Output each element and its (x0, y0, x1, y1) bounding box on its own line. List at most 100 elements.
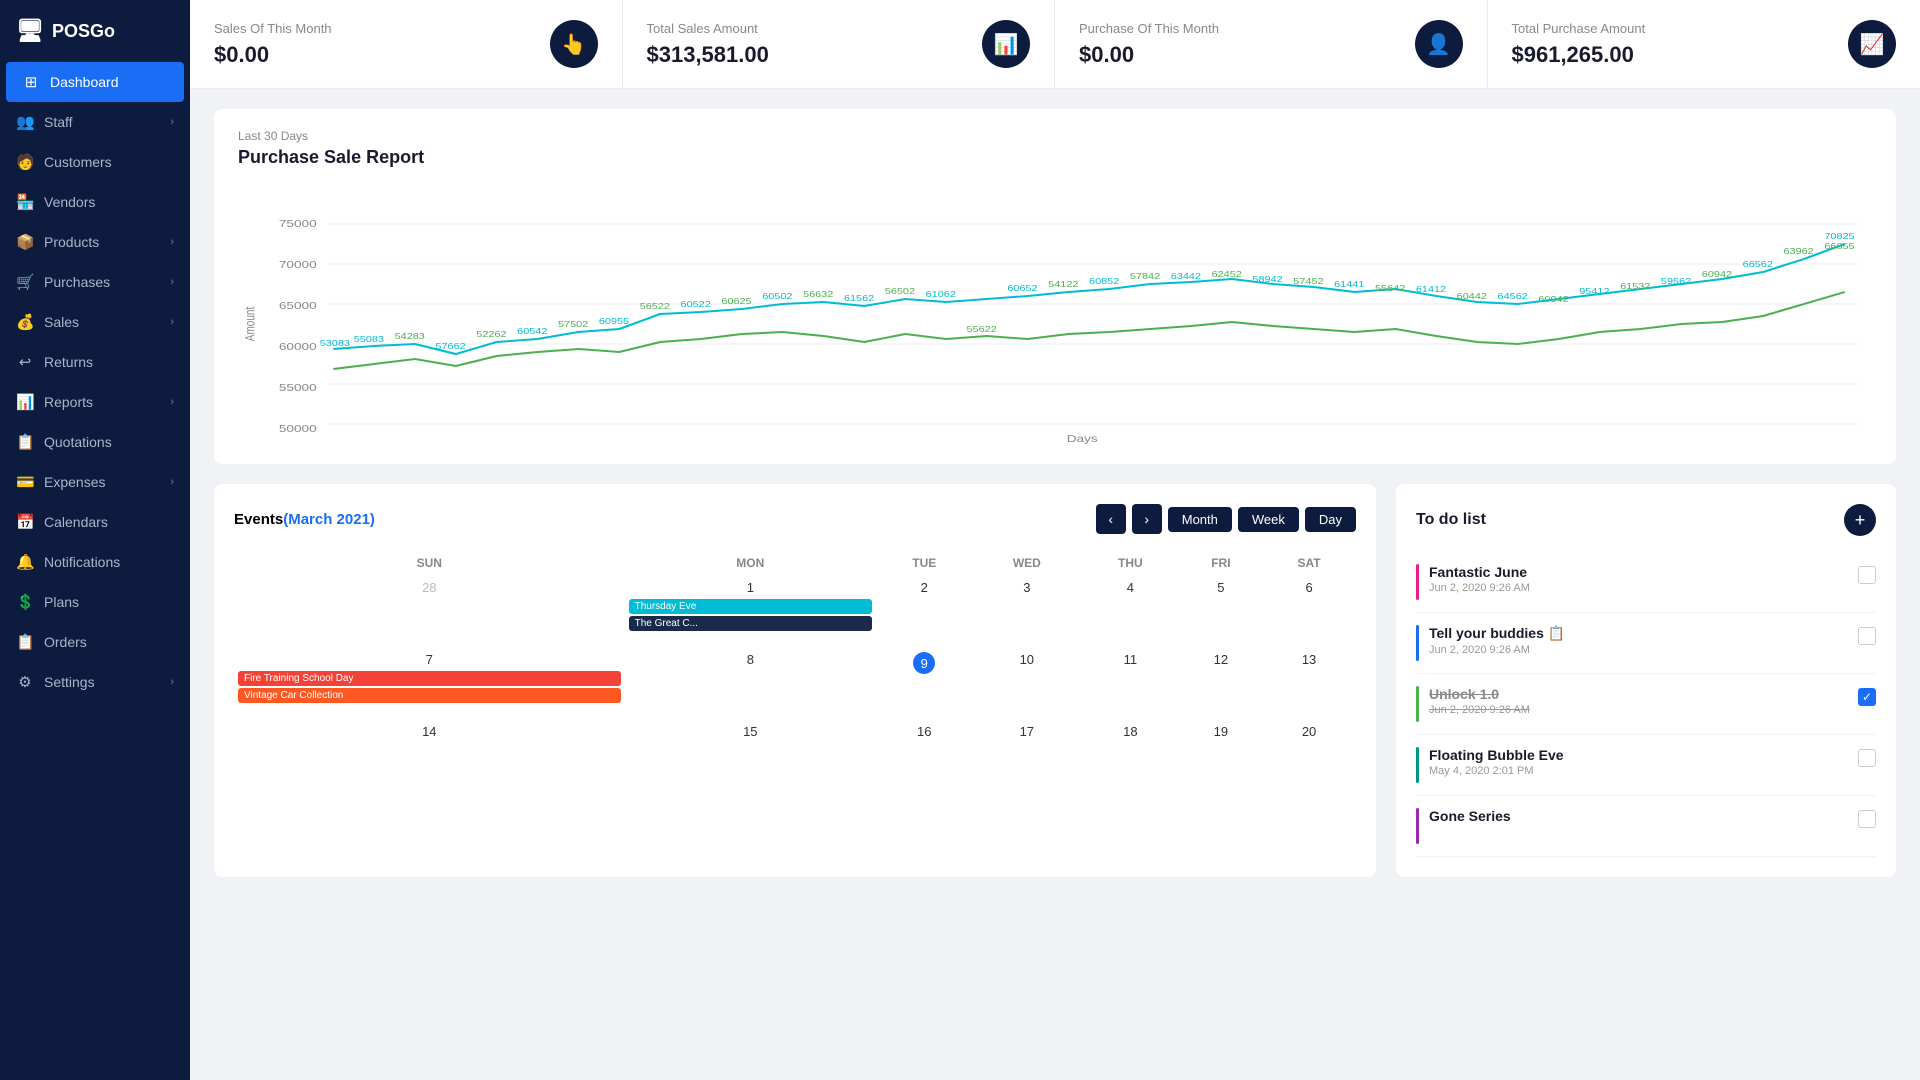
calendars-icon: 📅 (16, 513, 34, 531)
sidebar-item-orders[interactable]: 📋 Orders (0, 622, 190, 662)
calendar-week-btn[interactable]: Week (1238, 507, 1299, 532)
cal-cell-1[interactable]: 1 Thursday Eve The Great C... (625, 576, 876, 648)
cal-cell-6[interactable]: 6 (1262, 576, 1356, 648)
todo-check-0[interactable] (1858, 566, 1876, 584)
chart-area: 50000 55000 60000 65000 70000 75000 (238, 184, 1872, 444)
sidebar-item-reports[interactable]: 📊 Reports › (0, 382, 190, 422)
cal-cell-3[interactable]: 3 (973, 576, 1082, 648)
cal-cell-14[interactable]: 14 (234, 720, 625, 792)
top-card-3: Total Purchase Amount $961,265.00 📈 (1488, 0, 1920, 88)
cal-cell-4[interactable]: 4 (1081, 576, 1180, 648)
sidebar-item-plans[interactable]: 💲 Plans (0, 582, 190, 622)
todo-date-0: Jun 2, 2020 9:26 AM (1429, 582, 1848, 594)
sidebar-item-staff[interactable]: 👥 Staff › (0, 102, 190, 142)
todo-date-3: May 4, 2020 2:01 PM (1429, 765, 1848, 777)
todo-date-2: Jun 2, 2020 9:26 AM (1429, 704, 1848, 716)
orders-label: Orders (44, 634, 174, 650)
weekday-sun: SUN (234, 550, 625, 576)
sidebar-item-customers[interactable]: 🧑 Customers (0, 142, 190, 182)
app-logo[interactable]: 🖥 POSGo (0, 0, 190, 62)
cal-cell-15[interactable]: 15 (625, 720, 876, 792)
expenses-arrow: › (170, 476, 174, 488)
svg-text:59562: 59562 (1661, 277, 1691, 286)
todo-title-3: Floating Bubble Eve (1429, 747, 1848, 763)
cal-cell-2[interactable]: 2 (876, 576, 973, 648)
cal-cell-28[interactable]: 28 (234, 576, 625, 648)
todo-check-1[interactable] (1858, 627, 1876, 645)
sidebar-item-products[interactable]: 📦 Products › (0, 222, 190, 262)
sidebar-item-vendors[interactable]: 🏪 Vendors (0, 182, 190, 222)
sidebar-item-notifications[interactable]: 🔔 Notifications (0, 542, 190, 582)
vendors-label: Vendors (44, 194, 174, 210)
calendar-prev-btn[interactable]: ‹ (1096, 504, 1126, 534)
calendar-row-1: 28 1 Thursday Eve The Great C... 2 3 4 5… (234, 576, 1356, 648)
svg-text:55083: 55083 (354, 335, 384, 344)
todo-check-2[interactable]: ✓ (1858, 688, 1876, 706)
top-card-label-1: Total Sales Amount (647, 21, 769, 36)
calendar-month-btn[interactable]: Month (1168, 507, 1232, 532)
cal-cell-17[interactable]: 17 (973, 720, 1082, 792)
sidebar-item-quotations[interactable]: 📋 Quotations (0, 422, 190, 462)
chart-title: Purchase Sale Report (238, 147, 1872, 168)
top-card-info-2: Purchase Of This Month $0.00 (1079, 21, 1219, 68)
calendar-section: Events(March 2021) ‹ › Month Week Day SU… (214, 484, 1376, 877)
plans-icon: 💲 (16, 593, 34, 611)
event-vintage-car[interactable]: Vintage Car Collection (238, 688, 621, 703)
event-fire-training[interactable]: Fire Training School Day (238, 671, 621, 686)
add-todo-btn[interactable]: + (1844, 504, 1876, 536)
customers-label: Customers (44, 154, 174, 170)
content-area: Last 30 Days Purchase Sale Report 50000 … (190, 89, 1920, 1080)
staff-arrow: › (170, 116, 174, 128)
cal-cell-5[interactable]: 5 (1180, 576, 1262, 648)
todo-title-1: Tell your buddies 📋 (1429, 625, 1848, 642)
cal-cell-19[interactable]: 19 (1180, 720, 1262, 792)
todo-item-2: Unlock 1.0 Jun 2, 2020 9:26 AM ✓ (1416, 674, 1876, 735)
calendar-day-btn[interactable]: Day (1305, 507, 1356, 532)
svg-text:60502: 60502 (762, 292, 792, 301)
event-great-c[interactable]: The Great C... (629, 616, 872, 631)
cal-cell-13[interactable]: 13 (1262, 648, 1356, 720)
svg-text:70825: 70825 (1824, 232, 1854, 241)
sidebar-item-expenses[interactable]: 💳 Expenses › (0, 462, 190, 502)
calendar-header: Events(March 2021) ‹ › Month Week Day (234, 504, 1356, 534)
sidebar-item-calendars[interactable]: 📅 Calendars (0, 502, 190, 542)
cal-cell-11[interactable]: 11 (1081, 648, 1180, 720)
top-card-value-1: $313,581.00 (647, 42, 769, 68)
todo-bar-0 (1416, 564, 1419, 600)
todo-check-4[interactable] (1858, 810, 1876, 828)
svg-text:55000: 55000 (279, 382, 317, 394)
sidebar-item-purchases[interactable]: 🛒 Purchases › (0, 262, 190, 302)
cal-cell-18[interactable]: 18 (1081, 720, 1180, 792)
top-card-info-0: Sales Of This Month $0.00 (214, 21, 332, 68)
cal-cell-8[interactable]: 8 (625, 648, 876, 720)
top-card-icon-2: 👤 (1415, 20, 1463, 68)
cal-cell-20[interactable]: 20 (1262, 720, 1356, 792)
top-card-label-0: Sales Of This Month (214, 21, 332, 36)
cal-cell-12[interactable]: 12 (1180, 648, 1262, 720)
svg-text:56502: 56502 (885, 287, 915, 296)
sidebar-item-returns[interactable]: ↩ Returns (0, 342, 190, 382)
cal-cell-9-today[interactable]: 9 (876, 648, 973, 720)
top-card-info-1: Total Sales Amount $313,581.00 (647, 21, 769, 68)
sidebar-item-settings[interactable]: ⚙ Settings › (0, 662, 190, 702)
quotations-icon: 📋 (16, 433, 34, 451)
weekday-fri: FRI (1180, 550, 1262, 576)
top-card-value-3: $961,265.00 (1512, 42, 1646, 68)
calendar-month: (March 2021) (283, 511, 375, 528)
svg-text:66855: 66855 (1824, 242, 1854, 251)
svg-text:60942: 60942 (1702, 270, 1732, 279)
cal-cell-16[interactable]: 16 (876, 720, 973, 792)
event-thursday-eve[interactable]: Thursday Eve (629, 599, 872, 614)
cal-cell-7[interactable]: 7 Fire Training School Day Vintage Car C… (234, 648, 625, 720)
products-label: Products (44, 234, 160, 250)
purchases-arrow: › (170, 276, 174, 288)
todo-check-3[interactable] (1858, 749, 1876, 767)
sidebar-item-sales[interactable]: 💰 Sales › (0, 302, 190, 342)
cal-cell-10[interactable]: 10 (973, 648, 1082, 720)
products-icon: 📦 (16, 233, 34, 251)
sidebar-item-dashboard[interactable]: ⊞ Dashboard (6, 62, 184, 102)
top-card-2: Purchase Of This Month $0.00 👤 (1055, 0, 1488, 88)
svg-text:61562: 61562 (844, 294, 874, 303)
svg-text:61062: 61062 (926, 290, 956, 299)
calendar-next-btn[interactable]: › (1132, 504, 1162, 534)
